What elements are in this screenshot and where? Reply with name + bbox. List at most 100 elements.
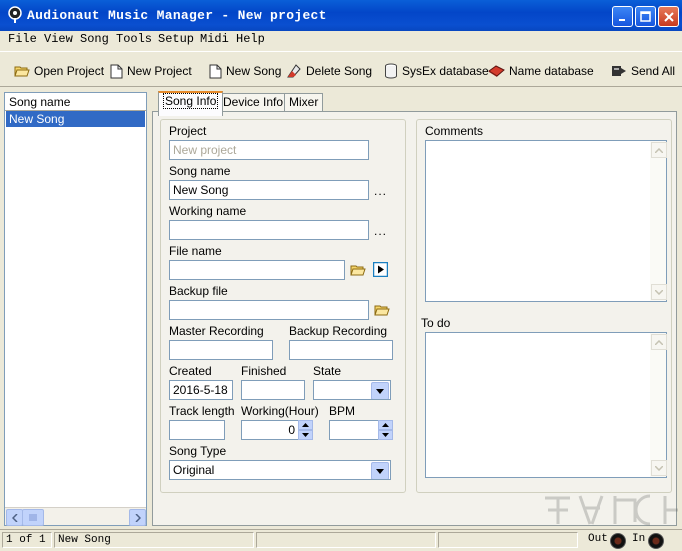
tab-song-info[interactable]: Song Info <box>158 91 224 116</box>
close-button[interactable] <box>658 6 679 27</box>
chevron-up-icon[interactable] <box>651 334 667 350</box>
working-name-label: Working name <box>169 204 247 218</box>
bpm-label: BPM <box>329 404 356 418</box>
list-item[interactable]: New Song <box>6 111 145 127</box>
backup-file-field[interactable] <box>169 300 369 320</box>
working-hour-field[interactable]: 0 <box>241 420 299 440</box>
new-project-label: New Project <box>127 64 192 78</box>
project-field[interactable]: New project <box>169 140 369 160</box>
todo-textarea[interactable] <box>425 332 667 478</box>
name-database-button[interactable]: Name database <box>488 62 594 80</box>
finished-label: Finished <box>241 364 287 378</box>
menu-bar: File View Song Tools Setup Midi Help <box>0 31 682 49</box>
scroll-left-button[interactable] <box>6 509 23 526</box>
comments-label: Comments <box>425 124 484 138</box>
song-list-scrollbar[interactable] <box>5 507 146 526</box>
scroll-right-button[interactable] <box>129 509 146 526</box>
status-panel-empty <box>256 532 436 548</box>
status-bar: 1 of 1 New Song Out In <box>0 529 682 551</box>
sysex-database-label: SysEx database <box>402 64 489 78</box>
open-project-button[interactable]: Open Project <box>14 62 104 80</box>
new-song-button[interactable]: New Song <box>209 62 281 80</box>
status-position: 1 of 1 <box>2 532 52 548</box>
send-all-button[interactable]: Send All <box>611 62 675 80</box>
menu-song[interactable]: Song <box>80 32 109 46</box>
comments-scrollbar[interactable] <box>650 141 667 301</box>
master-recording-label: Master Recording <box>169 324 264 338</box>
status-song: New Song <box>54 532 254 548</box>
notes-group: Comments To do <box>416 119 672 493</box>
window-title: Audionaut Music Manager - New project <box>27 8 327 23</box>
tab-device-info-label: Device Info <box>223 95 284 109</box>
bpm-field[interactable] <box>329 420 379 440</box>
file-name-label: File name <box>169 244 222 258</box>
state-select[interactable] <box>313 380 391 400</box>
midi-in-led-icon <box>648 533 664 549</box>
todo-scrollbar[interactable] <box>650 333 667 477</box>
scroll-thumb[interactable] <box>22 509 44 526</box>
sysex-database-button[interactable]: SysEx database <box>384 62 489 80</box>
stepper-down-icon[interactable] <box>298 430 313 440</box>
created-field[interactable]: 2016-5-18 <box>169 380 233 400</box>
menu-setup[interactable]: Setup <box>158 32 194 46</box>
new-document-icon <box>110 64 123 78</box>
song-type-select[interactable]: Original <box>169 460 391 480</box>
working-name-browse-button[interactable]: ... <box>374 224 387 238</box>
folder-open-icon[interactable] <box>350 263 366 277</box>
new-song-label: New Song <box>226 64 282 78</box>
master-recording-field[interactable] <box>169 340 273 360</box>
song-name-label: Song name <box>169 164 231 178</box>
eraser-icon <box>287 64 301 78</box>
menu-help[interactable]: Help <box>236 32 265 46</box>
menu-view[interactable]: View <box>44 32 73 46</box>
maximize-button[interactable] <box>635 6 656 27</box>
song-name-field[interactable]: New Song <box>169 180 369 200</box>
created-label: Created <box>169 364 212 378</box>
folder-open-icon[interactable] <box>374 303 390 317</box>
chevron-down-icon[interactable] <box>651 460 667 476</box>
title-bar: Audionaut Music Manager - New project <box>0 0 682 31</box>
chevron-down-icon[interactable] <box>371 382 389 399</box>
comments-textarea[interactable] <box>425 140 667 302</box>
delete-song-button[interactable]: Delete Song <box>286 62 372 80</box>
new-project-button[interactable]: New Project <box>110 62 192 80</box>
song-list[interactable]: Song name New Song <box>4 92 147 526</box>
menu-tools[interactable]: Tools <box>116 32 152 46</box>
close-icon <box>663 11 674 22</box>
menu-midi[interactable]: Midi <box>200 32 229 46</box>
tab-mixer-label: Mixer <box>289 95 319 109</box>
stepper-up-icon[interactable] <box>378 420 393 430</box>
song-info-panel: Project New project Song name New Song .… <box>152 111 677 526</box>
stepper-up-icon[interactable] <box>298 420 313 430</box>
name-database-label: Name database <box>509 64 594 78</box>
chevron-down-icon[interactable] <box>651 284 667 300</box>
maximize-icon <box>640 11 651 22</box>
open-project-label: Open Project <box>34 64 105 78</box>
app-icon <box>8 6 22 23</box>
song-name-browse-button[interactable]: ... <box>374 184 387 198</box>
project-label: Project <box>169 124 207 138</box>
status-panel-empty-2 <box>438 532 578 548</box>
finished-field[interactable] <box>241 380 305 400</box>
midi-in-label: In <box>632 533 646 545</box>
file-name-field[interactable] <box>169 260 345 280</box>
chevron-down-icon[interactable] <box>371 462 389 479</box>
stepper-down-icon[interactable] <box>378 430 393 440</box>
new-document-icon <box>209 64 222 78</box>
chevron-up-icon[interactable] <box>651 142 667 158</box>
working-hour-stepper[interactable] <box>298 420 313 440</box>
minimize-button[interactable] <box>612 6 633 27</box>
backup-recording-field[interactable] <box>289 340 393 360</box>
song-list-header[interactable]: Song name <box>5 93 146 111</box>
toolbar: Open Project New Project New Song Delete… <box>0 51 682 87</box>
track-length-field[interactable] <box>169 420 225 440</box>
play-icon[interactable] <box>373 262 388 277</box>
menu-file[interactable]: File <box>8 32 37 46</box>
todo-label: To do <box>421 316 451 330</box>
working-name-field[interactable] <box>169 220 369 240</box>
bpm-stepper[interactable] <box>378 420 393 440</box>
delete-song-label: Delete Song <box>306 64 373 78</box>
folder-open-icon <box>14 66 30 77</box>
send-all-label: Send All <box>631 64 676 78</box>
database-icon <box>385 63 397 79</box>
